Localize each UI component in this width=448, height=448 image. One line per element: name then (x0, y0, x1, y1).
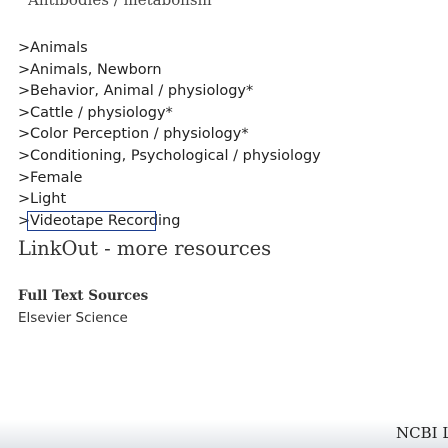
chevron-right-icon: > (18, 169, 31, 186)
ncbi-footer: NCBI Lit (0, 420, 448, 448)
mesh-term-label: Videotape Recording (27, 210, 181, 231)
chevron-right-icon: > (18, 40, 31, 56)
mesh-term-item-focused[interactable]: >Videotape Recording (18, 210, 448, 233)
mesh-term-item[interactable]: >Animals, Newborn (18, 60, 448, 82)
truncated-text: Antibodies / metabolism (28, 0, 212, 9)
mesh-term-label: Cattle / physiology* (30, 104, 173, 121)
provider-link-elsevier[interactable]: Elsevier Science (18, 310, 128, 326)
chevron-right-icon: > (18, 191, 31, 208)
full-text-sources-heading: Full Text Sources (18, 288, 149, 304)
mesh-term-item[interactable]: >Cattle / physiology* (18, 103, 448, 125)
chevron-right-icon: > (18, 126, 31, 143)
mesh-terms-list: >Animals >Animals, Newborn >Behavior, An… (18, 38, 448, 232)
truncated-previous-item: Antibodies / metabolism (0, 0, 448, 18)
mesh-term-item[interactable]: >Conditioning, Psychological / physiolog… (18, 146, 448, 168)
mesh-term-item[interactable]: >Light (18, 189, 448, 211)
mesh-term-item[interactable]: >Animals (18, 38, 448, 60)
mesh-term-item[interactable]: >Behavior, Animal / physiology* (18, 81, 448, 103)
chevron-right-icon: > (18, 83, 31, 100)
chevron-right-icon: > (18, 147, 31, 164)
mesh-term-item[interactable]: >Color Perception / physiology* (18, 124, 448, 146)
linkout-heading: LinkOut - more resources (18, 237, 272, 260)
chevron-right-icon: > (18, 61, 31, 78)
mesh-term-label: Conditioning, Psychological / physiology (30, 147, 321, 164)
mesh-term-label: Light (30, 191, 67, 208)
mesh-term-label: Color Perception / physiology* (30, 126, 249, 143)
mesh-term-label: Animals (30, 40, 88, 56)
mesh-term-label: Behavior, Animal / physiology* (30, 83, 254, 100)
footer-brand[interactable]: NCBI Lit (396, 424, 448, 442)
mesh-term-item[interactable]: >Female (18, 168, 448, 190)
chevron-right-icon: > (18, 104, 31, 121)
mesh-term-label: Animals, Newborn (30, 61, 162, 78)
mesh-term-label: Female (30, 169, 83, 186)
